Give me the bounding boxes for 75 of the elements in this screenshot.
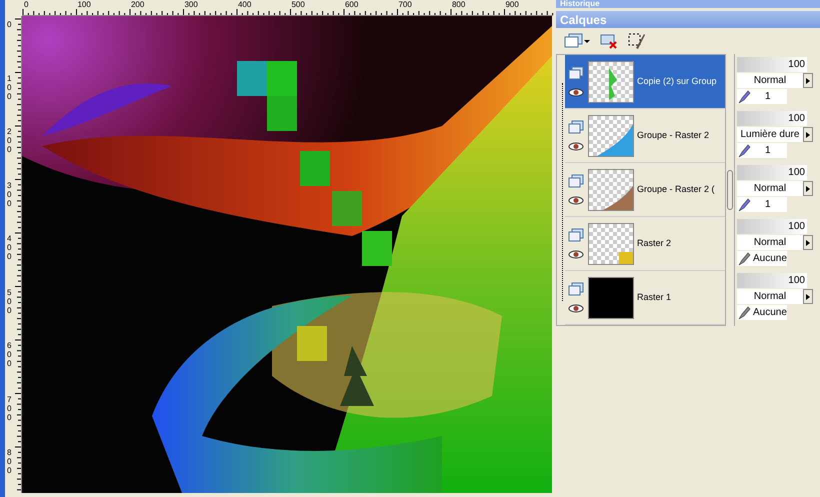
panel-title: Calques	[560, 12, 607, 28]
ruler-label: 600	[344, 0, 358, 10]
ruler-label: 200	[6, 127, 12, 154]
eye-icon[interactable]	[568, 250, 584, 259]
layer-thumbnail	[588, 168, 634, 210]
ruler-label: 800	[452, 0, 466, 10]
opacity-field[interactable]: 100	[736, 111, 807, 126]
layer-icon[interactable]	[568, 66, 584, 80]
ruler-label: 700	[6, 394, 12, 422]
link-group-value: Aucune	[752, 306, 787, 320]
opacity-field[interactable]: 100	[736, 57, 807, 72]
edit-selection-icon[interactable]	[628, 32, 646, 50]
dropdown-arrow-button[interactable]	[802, 73, 813, 88]
layer-name: Raster 1	[636, 290, 671, 304]
blend-mode-dropdown[interactable]: Normal	[736, 73, 803, 88]
layer-name: Groupe - Raster 2 (	[636, 182, 714, 196]
ruler-label: 500	[6, 288, 12, 314]
eye-icon[interactable]	[568, 304, 584, 313]
layer-icon[interactable]	[568, 120, 584, 134]
opacity-field[interactable]: 100	[736, 219, 807, 234]
ruler-label: 400	[6, 234, 12, 261]
layer-icon[interactable]	[568, 228, 584, 242]
blend-mode-dropdown[interactable]: Lumière dure	[736, 127, 803, 142]
layer-icon[interactable]	[568, 174, 584, 188]
new-layer-icon[interactable]	[564, 33, 590, 49]
dropdown-arrow-button[interactable]	[802, 181, 813, 196]
link-group-value: 1	[764, 198, 771, 212]
ruler-label: 100	[6, 74, 12, 100]
layer-row[interactable]: Copie (2) sur Group	[564, 55, 725, 109]
splitter-handle[interactable]	[726, 170, 733, 210]
layer-row[interactable]: Groupe - Raster 2	[564, 109, 725, 163]
delete-layer-icon[interactable]	[600, 33, 618, 49]
layer-thumbnail	[588, 60, 634, 102]
blend-mode-dropdown[interactable]: Normal	[736, 181, 803, 196]
layer-thumbnail	[588, 114, 634, 156]
ruler-label: 700	[398, 0, 412, 10]
caret-icon	[806, 78, 810, 84]
panel-title: Historique	[560, 0, 600, 8]
dropdown-arrow-button[interactable]	[802, 235, 813, 250]
layer-icon[interactable]	[568, 282, 584, 296]
caret-icon	[806, 294, 810, 300]
ruler-label: 300	[184, 0, 198, 10]
link-group-value: 1	[764, 144, 771, 158]
layer-name: Raster 2	[636, 236, 671, 250]
link-group-value: Aucune	[752, 252, 787, 266]
ruler-label: 200	[130, 0, 144, 10]
layer-name: Groupe - Raster 2	[636, 128, 709, 142]
blend-mode-dropdown[interactable]: Normal	[736, 289, 803, 304]
ruler-label: 400	[238, 0, 252, 10]
layer-row[interactable]: Raster 2	[564, 217, 725, 271]
ruler-label: 300	[6, 180, 12, 208]
ruler-label: 0	[24, 0, 28, 10]
caret-icon	[806, 132, 810, 138]
ruler-label: 500	[291, 0, 305, 10]
layer-row[interactable]: Groupe - Raster 2 (	[564, 163, 725, 217]
dropdown-arrow-button[interactable]	[802, 127, 813, 142]
caret-icon	[806, 240, 810, 246]
ruler-label: 600	[6, 341, 12, 368]
ruler-label: 800	[6, 448, 12, 475]
layer-thumbnail	[588, 276, 634, 318]
eye-icon[interactable]	[568, 196, 584, 205]
link-group-value: 1	[764, 90, 771, 104]
eye-icon[interactable]	[568, 88, 584, 97]
caret-icon	[806, 186, 810, 192]
ruler-label: 900	[505, 0, 519, 10]
blend-mode-dropdown[interactable]: Normal	[736, 235, 803, 250]
opacity-field[interactable]: 100	[736, 165, 807, 180]
layer-thumbnail	[588, 222, 634, 264]
ruler-label: 0	[6, 20, 12, 29]
eye-icon[interactable]	[568, 142, 584, 151]
ruler-label: 100	[77, 0, 91, 10]
opacity-field[interactable]: 100	[736, 273, 807, 288]
layer-name: Copie (2) sur Group	[636, 74, 717, 88]
layer-row[interactable]: Raster 1	[564, 271, 725, 325]
dropdown-arrow-button[interactable]	[802, 289, 813, 304]
